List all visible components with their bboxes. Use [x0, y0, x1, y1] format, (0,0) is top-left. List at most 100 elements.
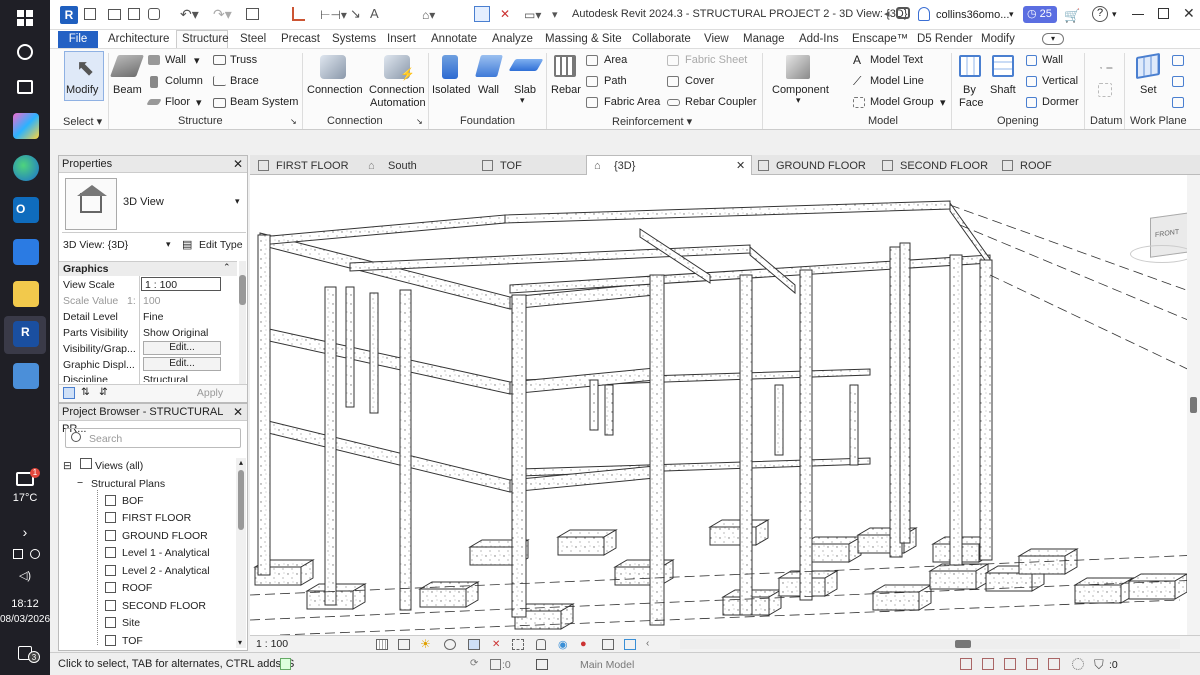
- browser-scroll-up-icon[interactable]: ▴: [236, 458, 246, 467]
- grid-icon[interactable]: [1098, 83, 1112, 97]
- browser-scroll-down-icon[interactable]: ▾: [238, 638, 242, 647]
- sort-categorized-icon[interactable]: [63, 387, 75, 399]
- view-tab-south[interactable]: South: [388, 157, 417, 175]
- search-icon[interactable]: [17, 44, 33, 60]
- rebar-icon[interactable]: [554, 55, 576, 77]
- browser-scrollbar[interactable]: ▴: [236, 458, 246, 648]
- chevron-up-icon[interactable]: ›: [0, 524, 50, 540]
- qat-customize-icon[interactable]: ▾: [552, 8, 558, 21]
- save-icon[interactable]: [128, 8, 140, 20]
- user-name[interactable]: collins36omo...: [936, 9, 1009, 21]
- model-text-label[interactable]: Model Text: [870, 54, 923, 66]
- clock-date[interactable]: 08/03/2026: [0, 614, 50, 625]
- sync-status-icon[interactable]: ⟳: [470, 658, 478, 669]
- type-dropdown-icon[interactable]: ▾: [235, 196, 240, 207]
- switch-windows-icon[interactable]: ▭▾: [524, 8, 541, 22]
- help-icon[interactable]: ?: [1092, 6, 1108, 22]
- browser-view-item[interactable]: Level 2 - Analytical: [122, 565, 210, 577]
- browser-scroll-thumb[interactable]: [238, 470, 244, 530]
- align-dimension-icon[interactable]: ⊢⊣▾: [320, 8, 347, 22]
- tab-massing-site[interactable]: Massing & Site: [545, 30, 622, 48]
- tab-collaborate[interactable]: Collaborate: [632, 30, 691, 48]
- view-tab-first-floor[interactable]: FIRST FLOOR: [276, 157, 349, 175]
- shaft-icon[interactable]: [992, 55, 1014, 77]
- task-view-icon[interactable]: [17, 80, 33, 94]
- brace-label[interactable]: Brace: [230, 75, 259, 87]
- tab-precast[interactable]: Precast: [281, 30, 320, 48]
- default-3d-icon[interactable]: ⌂▾: [422, 8, 435, 22]
- connection-automation-label-2[interactable]: Automation: [370, 97, 426, 109]
- edit-type-icon[interactable]: ▤: [182, 238, 192, 251]
- analytical-model-icon[interactable]: [624, 639, 636, 650]
- viewcube-compass[interactable]: [1130, 245, 1194, 263]
- open-icon[interactable]: [108, 9, 121, 20]
- properties-close-icon[interactable]: ✕: [233, 157, 243, 171]
- minimize-icon[interactable]: [1132, 14, 1144, 15]
- browser-view-item[interactable]: ROOF: [122, 582, 152, 594]
- lock-3d-icon[interactable]: [536, 639, 546, 650]
- print-icon[interactable]: [246, 8, 259, 20]
- column-icon[interactable]: [150, 76, 158, 88]
- dormer-label[interactable]: Dormer: [1042, 96, 1079, 108]
- outlook-icon[interactable]: O: [13, 197, 39, 223]
- view-tab-second-floor[interactable]: SECOND FLOOR: [900, 157, 988, 175]
- workset-icon[interactable]: [280, 658, 291, 670]
- worksharing-icon[interactable]: [602, 639, 614, 650]
- view-tab-3d-close-icon[interactable]: ✕: [736, 157, 745, 175]
- brace-icon[interactable]: [213, 76, 226, 86]
- home-icon[interactable]: [84, 8, 96, 20]
- floor-icon[interactable]: [146, 99, 162, 105]
- structure-launcher-icon[interactable]: ↘: [290, 117, 297, 126]
- sort-descending-icon[interactable]: ⇵: [99, 386, 108, 398]
- main-model-icon[interactable]: [536, 659, 548, 670]
- tab-manage[interactable]: Manage: [743, 30, 785, 48]
- browser-view-item[interactable]: BOF: [122, 495, 144, 507]
- temp-hide-icon[interactable]: ◉: [558, 638, 568, 651]
- found-wall-label[interactable]: Wall: [478, 84, 499, 96]
- browser-view-item[interactable]: FIRST FLOOR: [122, 512, 191, 524]
- main-model-label[interactable]: Main Model: [580, 659, 634, 671]
- background-process-icon[interactable]: [1072, 658, 1084, 670]
- prop-visibility-graphics-button[interactable]: Edit...: [143, 341, 221, 355]
- beam-system-label[interactable]: Beam System: [230, 96, 298, 108]
- viewer-icon[interactable]: [1172, 76, 1184, 87]
- slab-label[interactable]: Slab: [514, 84, 536, 96]
- by-face-label-2[interactable]: Face: [959, 97, 983, 109]
- tab-steel[interactable]: Steel: [240, 30, 266, 48]
- select-by-face-icon[interactable]: [1026, 658, 1038, 670]
- text-tool-icon[interactable]: A: [370, 6, 379, 21]
- fabric-area-icon[interactable]: [586, 97, 598, 108]
- tab-structure-label[interactable]: Structure: [182, 30, 229, 48]
- view-control-more-icon[interactable]: ‹: [646, 638, 649, 649]
- connection-automation-label-1[interactable]: Connection: [369, 84, 425, 96]
- title-scroll-left-icon[interactable]: ◂: [884, 7, 890, 20]
- rebar-coupler-icon[interactable]: [667, 99, 680, 106]
- slab-dropdown-icon[interactable]: ▾: [520, 95, 525, 106]
- instance-selector[interactable]: 3D View: {3D}: [63, 239, 128, 251]
- revit-app-icon[interactable]: R: [60, 6, 78, 24]
- group-reinforcement[interactable]: Reinforcement ▾: [612, 115, 692, 128]
- model-line-icon[interactable]: ⟋: [853, 74, 861, 89]
- show-crop-icon[interactable]: [512, 639, 524, 650]
- language-icon[interactable]: [30, 549, 40, 559]
- wall-foundation-icon[interactable]: [475, 55, 503, 77]
- start-button[interactable]: [17, 10, 33, 26]
- cover-label[interactable]: Cover: [685, 75, 714, 87]
- view-vertical-scrollbar[interactable]: [1187, 175, 1200, 635]
- view-tab-3d-active[interactable]: [586, 155, 752, 176]
- help-dropdown-icon[interactable]: ▾: [1112, 9, 1117, 20]
- area-rebar-icon[interactable]: [586, 55, 598, 66]
- structural-plans-collapse-icon[interactable]: −: [77, 477, 83, 489]
- opening-wall-label[interactable]: Wall: [1042, 54, 1063, 66]
- tab-modify[interactable]: Modify: [981, 30, 1015, 48]
- select-pinned-icon[interactable]: [1004, 658, 1016, 670]
- views-root[interactable]: Views (all): [95, 460, 143, 472]
- view-vertical-thumb[interactable]: [1190, 397, 1197, 413]
- connection-label[interactable]: Connection: [307, 84, 363, 96]
- store-icon[interactable]: [13, 239, 39, 265]
- clock-time[interactable]: 18:12: [0, 598, 50, 610]
- thin-lines-icon[interactable]: [474, 6, 490, 22]
- volume-icon[interactable]: ◁): [0, 569, 50, 582]
- truss-label[interactable]: Truss: [230, 54, 257, 66]
- tab-annotate[interactable]: Annotate: [431, 30, 477, 48]
